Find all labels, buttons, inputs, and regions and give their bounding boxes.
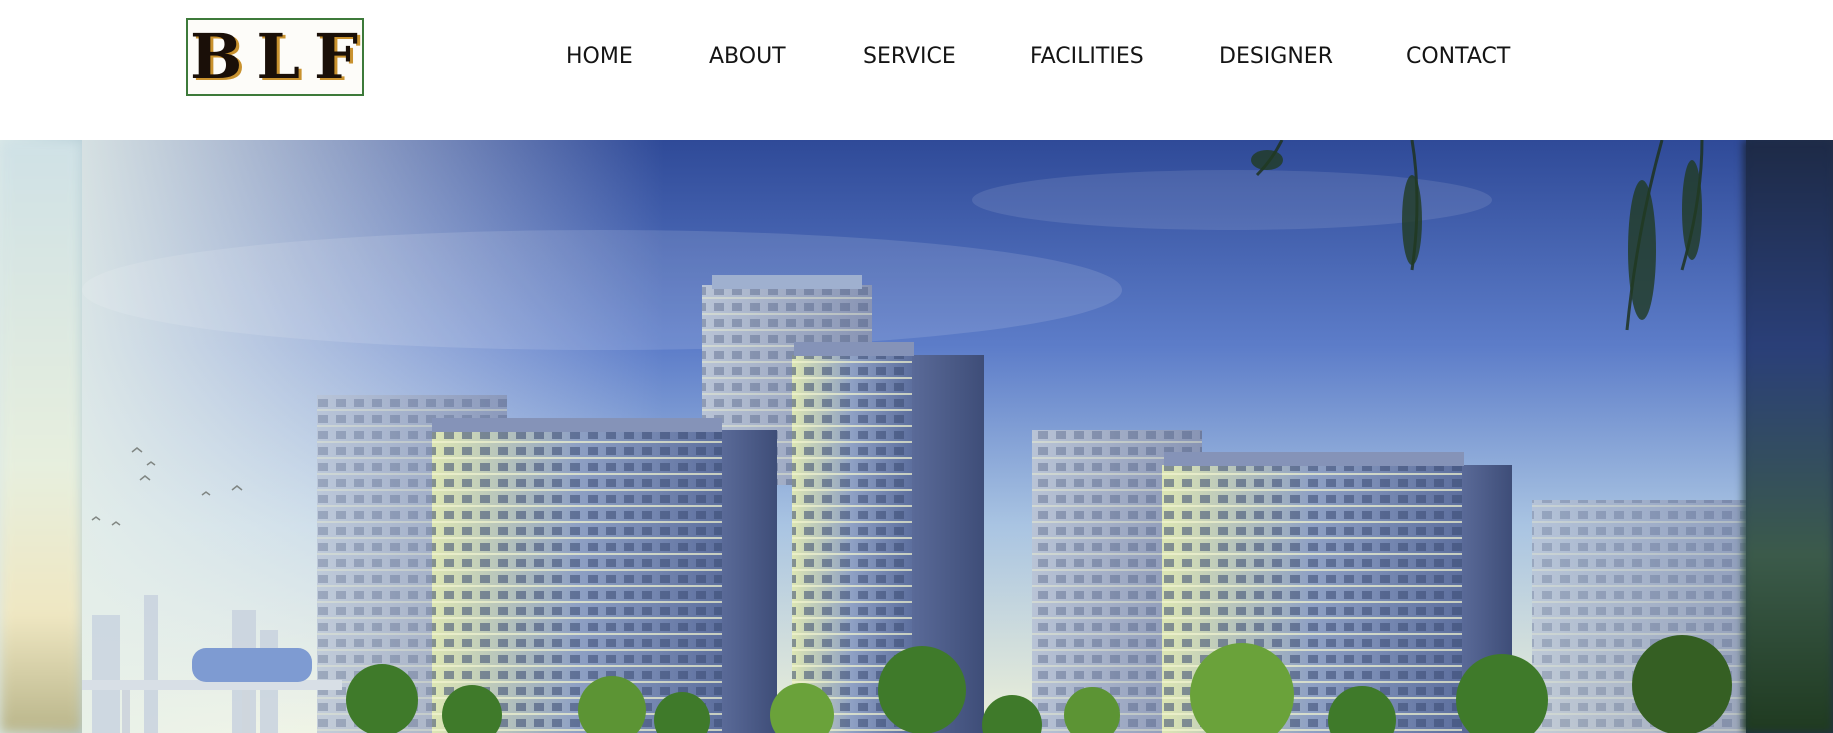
nav-designer[interactable]: DESIGNER — [1219, 44, 1333, 69]
nav-home[interactable]: HOME — [566, 44, 633, 69]
main-nav: HOME ABOUT SERVICE FACILITIES DESIGNER C… — [0, 0, 1833, 118]
nav-contact[interactable]: CONTACT — [1406, 44, 1510, 69]
hero-blur-left — [0, 140, 82, 733]
hero-banner — [0, 140, 1833, 733]
nav-about[interactable]: ABOUT — [709, 44, 786, 69]
nav-service[interactable]: SERVICE — [863, 44, 956, 69]
hero-blur-right — [1743, 140, 1833, 733]
nav-facilities[interactable]: FACILITIES — [1030, 44, 1144, 69]
site-header: BLF HOME ABOUT SERVICE FACILITIES DESIGN… — [0, 0, 1833, 140]
city-apartment-towers-image — [82, 140, 1746, 733]
